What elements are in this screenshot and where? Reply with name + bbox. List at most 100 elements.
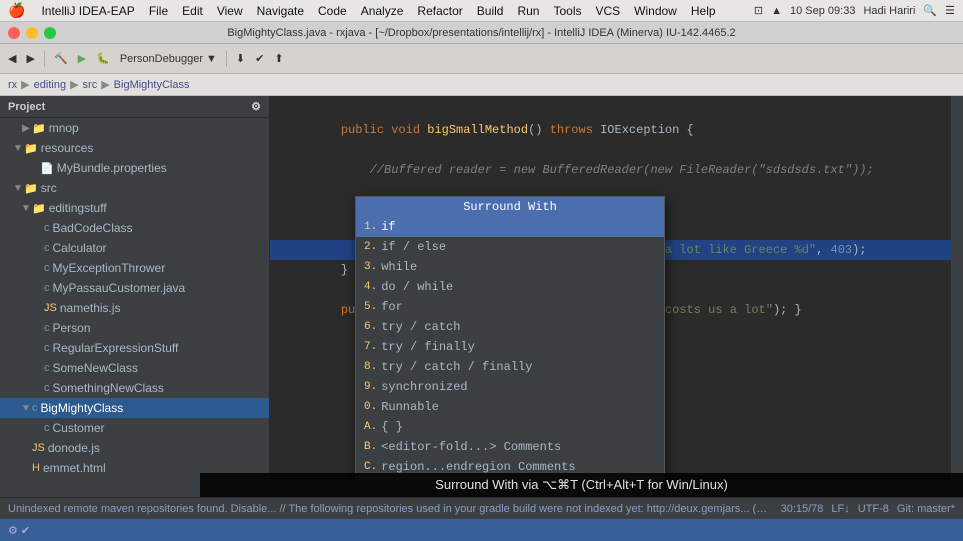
sidebar-label-emmethtml: emmet.html (43, 461, 106, 475)
run-config[interactable]: PersonDebugger ▼ (116, 51, 221, 67)
code-line-empty2 (270, 140, 963, 160)
file-icon-myexceptionthrower: c (44, 262, 50, 274)
close-button[interactable] (8, 27, 20, 39)
date-time: 10 Sep 09:33 (790, 5, 855, 17)
sidebar-label-mybundle: MyBundle.properties (57, 161, 167, 175)
sidebar-item-src[interactable]: ▼ 📁 src (0, 178, 269, 198)
expand-arrow-resources: ▼ (12, 143, 24, 154)
menu-file[interactable]: File (143, 2, 174, 20)
code-line-empty1 (270, 100, 963, 120)
code-text: public void bigSmallMethod() throws IOEx… (312, 120, 955, 140)
popup-item-for[interactable]: 5. for (356, 297, 664, 317)
gear-icon[interactable]: ⚙ (251, 100, 261, 113)
vcs-commit-button[interactable]: ✔ (251, 50, 268, 67)
file-icon-regularexpressionstuff: c (44, 342, 50, 354)
sidebar-item-customer[interactable]: c Customer (0, 418, 269, 438)
sidebar-item-bigmightyclass[interactable]: ▼ c BigMightyClass (0, 398, 269, 418)
popup-item-if-else[interactable]: 2. if / else (356, 237, 664, 257)
sidebar-item-namethisjs[interactable]: JS namethis.js (0, 298, 269, 318)
sidebar-label-regularexpressionstuff: RegularExpressionStuff (53, 341, 179, 355)
status-encoding: UTF-8 (858, 503, 889, 515)
editor-scrollbar[interactable] (951, 96, 963, 480)
control-center-icon[interactable]: ☰ (945, 4, 955, 17)
build-button[interactable]: 🔨 (50, 50, 72, 67)
popup-item-braces[interactable]: A. { } (356, 417, 664, 437)
sidebar-item-person[interactable]: c Person (0, 318, 269, 338)
sidebar-item-editingstuff[interactable]: ▼ 📁 editingstuff (0, 198, 269, 218)
popup-item-if[interactable]: 1. if (356, 217, 664, 237)
breadcrumb-src[interactable]: src (83, 79, 98, 91)
surround-with-popup: Surround With 1. if 2. if / else 3. whil… (355, 196, 665, 480)
sidebar-item-somethingnewclass[interactable]: c SomethingNewClass (0, 378, 269, 398)
debug-button[interactable]: 🐛 (92, 50, 114, 67)
menu-window[interactable]: Window (628, 2, 683, 20)
sidebar-item-myexceptionthrower[interactable]: c MyExceptionThrower (0, 258, 269, 278)
popup-key-try-catch-finally: 8. (364, 361, 377, 373)
breadcrumb-bigmightyclass[interactable]: BigMightyClass (114, 79, 190, 91)
forward-button[interactable]: ▶ (22, 50, 38, 67)
popup-key-editor-fold: B. (364, 441, 377, 453)
popup-item-try-catch[interactable]: 6. try / catch (356, 317, 664, 337)
sidebar-label-mnop: mnop (49, 121, 79, 135)
vcs-push-button[interactable]: ⬆ (270, 50, 287, 67)
sidebar-item-resources[interactable]: ▼ 📁 resources (0, 138, 269, 158)
menu-navigate[interactable]: Navigate (251, 2, 310, 20)
code-line-method-decl: public void bigSmallMethod() throws IOEx… (270, 120, 963, 140)
run-button[interactable]: ▶ (74, 50, 90, 67)
menu-code[interactable]: Code (312, 2, 353, 20)
popup-item-editor-fold[interactable]: B. <editor-fold...> Comments (356, 437, 664, 457)
sidebar-item-badcodeclass[interactable]: c BadCodeClass (0, 218, 269, 238)
popup-item-while[interactable]: 3. while (356, 257, 664, 277)
menu-build[interactable]: Build (471, 2, 510, 20)
sidebar-item-mybundle[interactable]: 📄 MyBundle.properties (0, 158, 269, 178)
sidebar-actions[interactable]: ⚙ (251, 100, 261, 113)
menu-run[interactable]: Run (511, 2, 545, 20)
code-editor[interactable]: public void bigSmallMethod() throws IOEx… (270, 96, 963, 480)
sidebar-item-mnop[interactable]: ▶ 📁 mnop (0, 118, 269, 138)
menu-refactor[interactable]: Refactor (411, 2, 468, 20)
menu-tools[interactable]: Tools (547, 2, 587, 20)
breadcrumb-rx[interactable]: rx (8, 79, 17, 91)
popup-item-synchronized[interactable]: 9. synchronized (356, 377, 664, 397)
popup-label-if: if (381, 220, 395, 234)
popup-item-try-catch-finally[interactable]: 8. try / catch / finally (356, 357, 664, 377)
popup-item-runnable[interactable]: 0. Runnable (356, 397, 664, 417)
vcs-update-button[interactable]: ⬇ (232, 50, 249, 67)
popup-key-for: 5. (364, 301, 377, 313)
sidebar-label-namethisjs: namethis.js (60, 301, 121, 315)
title-bar: BigMightyClass.java - rxjava - [~/Dropbo… (0, 22, 963, 44)
sidebar-label-myexceptionthrower: MyExceptionThrower (53, 261, 166, 275)
file-icon-bigmightyclass: c (32, 402, 38, 414)
breadcrumb-editing[interactable]: editing (34, 79, 66, 91)
file-icon-mypassaucustomer: c (44, 282, 50, 294)
popup-label-try-catch-finally: try / catch / finally (381, 360, 532, 374)
maximize-button[interactable] (44, 27, 56, 39)
file-icon-mybundle: 📄 (40, 162, 54, 175)
popup-item-do-while[interactable]: 4. do / while (356, 277, 664, 297)
back-button[interactable]: ◀ (4, 50, 20, 67)
status-vcs: Git: master* (897, 503, 955, 515)
sidebar-item-somenewclass[interactable]: c SomeNewClass (0, 358, 269, 378)
file-icon-donodejs: JS (32, 442, 45, 454)
menu-edit[interactable]: Edit (176, 2, 209, 20)
menu-analyze[interactable]: Analyze (355, 2, 410, 20)
search-icon[interactable]: 🔍 (923, 4, 937, 17)
menu-help[interactable]: Help (685, 2, 722, 20)
folder-icon-mnop: 📁 (32, 122, 46, 135)
menu-intellij[interactable]: IntelliJ IDEA-EAP (35, 2, 140, 20)
minimize-button[interactable] (26, 27, 38, 39)
menu-view[interactable]: View (211, 2, 249, 20)
menu-vcs[interactable]: VCS (589, 2, 626, 20)
sidebar-item-mypassaucustomer[interactable]: c MyPassauCustomer.java (0, 278, 269, 298)
user-name: Hadi Hariri (863, 5, 915, 17)
popup-title: Surround With (356, 197, 664, 217)
apple-menu[interactable]: 🍎 (8, 2, 25, 19)
sidebar-item-donodejs[interactable]: JS donode.js (0, 438, 269, 458)
sidebar-label-calculator: Calculator (53, 241, 107, 255)
popup-item-try-finally[interactable]: 7. try / finally (356, 337, 664, 357)
file-icon-badcodeclass: c (44, 222, 50, 234)
bottom-bar-icons: ⚙ ✔ (8, 524, 30, 537)
sidebar-item-calculator[interactable]: c Calculator (0, 238, 269, 258)
traffic-lights (8, 27, 56, 39)
sidebar-item-regularexpressionstuff[interactable]: c RegularExpressionStuff (0, 338, 269, 358)
